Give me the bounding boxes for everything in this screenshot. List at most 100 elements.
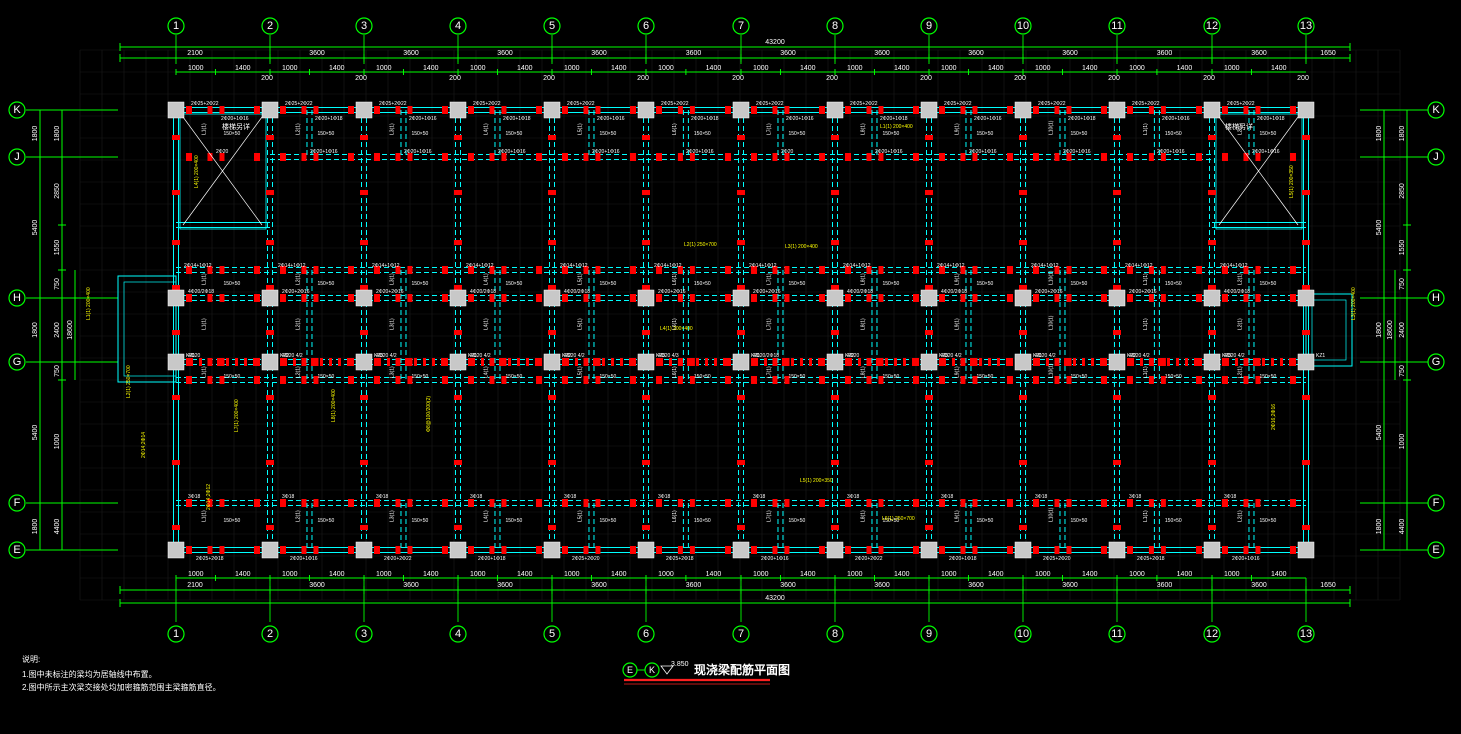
dim-subtotal-text: 200 <box>1108 75 1120 82</box>
rebar-mark <box>737 330 745 335</box>
beam-label-row-h: 4Φ20/2Φ18 <box>1224 289 1250 295</box>
rebar-mark <box>913 266 919 274</box>
beam-label-row-f: 3Φ18 <box>282 494 295 500</box>
rebar-mark <box>595 546 601 554</box>
rebar-mark <box>689 358 695 366</box>
column-13-G <box>1297 353 1315 371</box>
rebar-mark <box>489 376 495 384</box>
dim-sub-text: 1000 <box>1035 65 1051 72</box>
title-range-to: K <box>649 665 655 675</box>
column-4-K <box>449 101 467 119</box>
stair-label-left: 楼梯另详 <box>222 122 250 131</box>
dim-vert-text: 1550 <box>1399 240 1406 256</box>
rebar-mark <box>207 546 213 554</box>
dim-sub-text: 1400 <box>423 65 439 72</box>
rebar-mark <box>677 546 683 554</box>
beam-label-row-f: 3Φ18 <box>1035 494 1048 500</box>
rebar-mark <box>1101 294 1107 302</box>
rebar-mark <box>1196 376 1202 384</box>
rebar-mark <box>1243 294 1249 302</box>
rebar-mark <box>678 358 681 366</box>
rebar-mark <box>656 106 662 114</box>
dim-bay-text: 3600 <box>780 50 796 57</box>
drawing-title: 现浇梁配筋平面图 <box>694 662 790 677</box>
dim-sub-text: 1000 <box>470 65 486 72</box>
rebar-mark <box>725 294 731 302</box>
rebar-mark <box>656 294 662 302</box>
rebar-mark <box>1160 266 1166 274</box>
rebar-mark <box>266 190 274 195</box>
secondary-beam-label: L4(1) <box>483 273 489 285</box>
beam-label-top-edge: 2Φ25+2Φ22 <box>1132 101 1160 107</box>
rebar-mark <box>442 499 448 507</box>
grid-bubble-label: J <box>1433 151 1439 163</box>
opening-label: 150×50 <box>505 281 522 287</box>
secondary-beam-label: L1(1) <box>201 273 207 285</box>
grid-bubble-label: 8 <box>832 628 838 640</box>
rebar-mark <box>620 358 623 366</box>
rebar-mark <box>773 358 776 366</box>
rebar-mark <box>1290 546 1296 554</box>
beam-label-row-h-top: 2Φ14+1Φ12 <box>937 263 965 269</box>
rebar-mark <box>1148 546 1154 554</box>
beam-label-row-f: 3Φ18 <box>753 494 766 500</box>
rebar-mark <box>630 546 636 554</box>
dim-subtotal-text: 200 <box>732 75 744 82</box>
beam-label-top-mid: 2Φ20+1Φ18 <box>691 116 719 122</box>
dim-vert-text: 1000 <box>54 434 61 450</box>
dim-sub-text: 1000 <box>1224 65 1240 72</box>
rebar-mark <box>751 376 757 384</box>
rebar-mark <box>751 106 757 114</box>
secondary-beam-label: L3(1) <box>389 123 395 135</box>
rebar-mark <box>280 376 286 384</box>
rebar-mark <box>595 499 601 507</box>
rebar-mark <box>913 106 919 114</box>
dim-bay-text: 1650 <box>1320 50 1336 57</box>
rebar-mark <box>1113 460 1121 465</box>
rebar-mark <box>374 294 380 302</box>
secondary-beam-label: L4(1) <box>483 510 489 522</box>
rebar-mark <box>1196 106 1202 114</box>
rebar-mark <box>348 266 354 274</box>
secondary-beam-label: L9(1) <box>954 510 960 522</box>
column-5-E <box>543 541 561 559</box>
rebar-mark <box>1064 358 1067 366</box>
rebar-mark <box>723 358 726 366</box>
rebar-mark <box>254 153 260 161</box>
rebar-mark <box>784 294 790 302</box>
structural-drawing-canvas: 43200432002100 3600 3600 3600 3600 3600 3600 36… <box>0 0 1461 734</box>
opening-label: 150×50 <box>1165 374 1182 380</box>
beam-label-top-mid: 2Φ20+1Φ16 <box>786 116 814 122</box>
rebar-mark <box>725 376 731 384</box>
rebar-mark <box>1007 153 1013 161</box>
dim-bay-text: 3600 <box>1157 50 1173 57</box>
secondary-beam-label: L1(1) <box>1143 318 1149 330</box>
rebar-mark <box>677 106 683 114</box>
rebar-mark <box>1101 153 1107 161</box>
rebar-mark <box>186 106 192 114</box>
rebar-mark <box>642 460 650 465</box>
dim-sub-text: 1400 <box>894 65 910 72</box>
rebar-mark <box>207 106 213 114</box>
annotation-label: Φ8@100/200(2) <box>426 396 432 432</box>
column-9-K <box>920 101 938 119</box>
rebar-mark <box>939 294 945 302</box>
opening-label: 150×50 <box>505 518 522 524</box>
rebar-mark <box>1055 358 1058 366</box>
column-12-G <box>1203 353 1221 371</box>
dim-sub-text: 1400 <box>235 65 251 72</box>
rebar-mark <box>772 294 778 302</box>
secondary-beam-label: L8(1) <box>860 273 866 285</box>
rebar-mark <box>737 525 745 530</box>
rebar-mark <box>689 546 695 554</box>
rebar-mark <box>301 546 307 554</box>
dim-vert-text: 2400 <box>54 322 61 338</box>
rebar-mark <box>1243 546 1249 554</box>
secondary-beam-label: L5(1) <box>577 318 583 330</box>
rebar-mark <box>1148 294 1154 302</box>
rebar-mark <box>1033 106 1039 114</box>
opening-label: 150×50 <box>505 374 522 380</box>
rebar-mark <box>1007 294 1013 302</box>
column-10-K <box>1014 101 1032 119</box>
grid-bubble-label: 5 <box>549 20 555 32</box>
